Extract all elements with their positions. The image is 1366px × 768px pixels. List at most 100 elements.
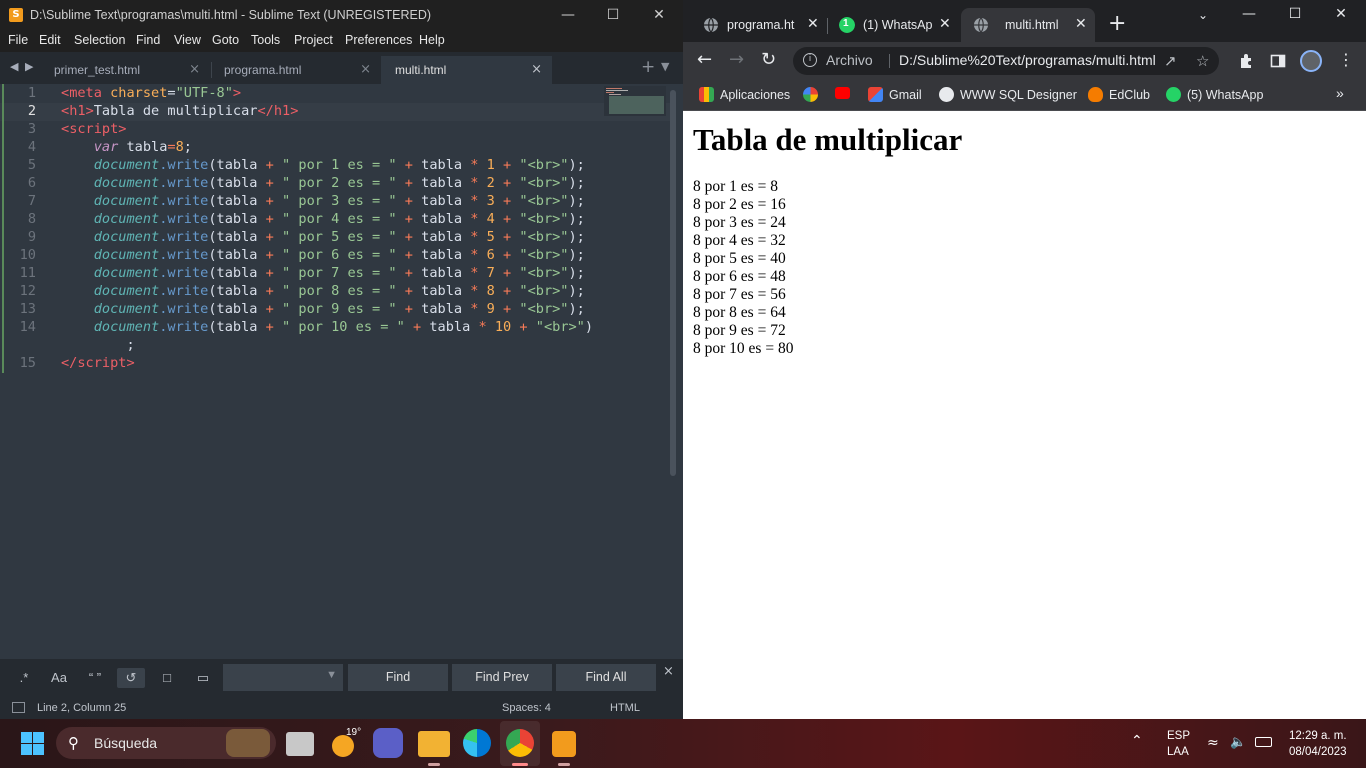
find-button[interactable]: Find bbox=[348, 664, 448, 691]
result-row: 8 por 6 es = 48 bbox=[693, 268, 786, 285]
code-editor[interactable]: 1 2 3 4 5 6 7 8 9 10 11 12 13 14 15 <met… bbox=[0, 84, 683, 659]
chrome-tab-programa[interactable]: programa.htm ✕ bbox=[691, 8, 819, 42]
taskbar-search[interactable]: ⚲ Búsqueda bbox=[56, 727, 276, 759]
keyboard-layout[interactable]: LAA bbox=[1167, 746, 1189, 758]
chrome-icon[interactable] bbox=[506, 729, 534, 757]
syntax-setting[interactable]: HTML bbox=[610, 702, 640, 714]
menu-find[interactable]: Find bbox=[136, 33, 160, 47]
find-input[interactable]: ▼ bbox=[223, 664, 343, 691]
sublime-text-icon[interactable] bbox=[552, 731, 576, 757]
back-button[interactable]: ← bbox=[697, 50, 712, 70]
tab-primer-test[interactable]: primer_test.html × bbox=[40, 56, 210, 84]
bookmark-youtube[interactable] bbox=[835, 87, 856, 101]
tab-label: multi.html bbox=[395, 63, 447, 77]
find-all-button[interactable]: Find All bbox=[556, 664, 656, 691]
close-find-icon[interactable]: × bbox=[663, 664, 674, 679]
menu-kebab-icon[interactable]: ⋮ bbox=[1338, 50, 1354, 69]
address-url[interactable]: D:/Sublime%20Text/programas/multi.html bbox=[899, 52, 1156, 68]
menu-edit[interactable]: Edit bbox=[39, 33, 61, 47]
minimize-button[interactable]: — bbox=[545, 0, 591, 31]
chrome-tab-multi[interactable]: multi.html ✕ bbox=[961, 8, 1095, 42]
running-indicator bbox=[428, 763, 440, 766]
wrap-toggle-icon[interactable]: ↺ bbox=[117, 668, 145, 688]
maximize-button[interactable]: ☐ bbox=[1275, 6, 1315, 22]
chevron-down-icon[interactable]: ▼ bbox=[326, 669, 337, 681]
menu-help[interactable]: Help bbox=[419, 33, 445, 47]
menu-view[interactable]: View bbox=[174, 33, 201, 47]
running-indicator bbox=[558, 763, 570, 766]
forward-button[interactable]: → bbox=[729, 50, 744, 70]
chrome-tab-whatsapp[interactable]: 1 (1) WhatsApp ✕ bbox=[827, 8, 955, 42]
close-icon[interactable]: ✕ bbox=[807, 16, 819, 32]
case-toggle[interactable]: Aa bbox=[47, 668, 71, 688]
menu-goto[interactable]: Goto bbox=[212, 33, 239, 47]
tab-label: primer_test.html bbox=[54, 63, 141, 77]
editor-scrollbar[interactable] bbox=[670, 90, 676, 476]
windows-start-icon[interactable] bbox=[21, 732, 44, 755]
close-button[interactable]: ✕ bbox=[1321, 6, 1361, 22]
result-row: 8 por 4 es = 32 bbox=[693, 232, 786, 249]
star-icon[interactable]: ☆ bbox=[1196, 52, 1209, 70]
profile-avatar[interactable] bbox=[1300, 50, 1322, 72]
bookmark-gmail[interactable]: Gmail bbox=[868, 87, 922, 102]
tab-multi[interactable]: multi.html × bbox=[381, 56, 552, 84]
task-view-icon[interactable] bbox=[286, 732, 314, 756]
menu-file[interactable]: File bbox=[8, 33, 28, 47]
in-selection-icon[interactable]: □ bbox=[155, 668, 179, 688]
minimize-button[interactable]: — bbox=[1229, 6, 1269, 22]
meet-icon[interactable] bbox=[373, 728, 403, 758]
language-code[interactable]: ESP bbox=[1167, 730, 1190, 742]
tab-next-icon[interactable]: ▶ bbox=[25, 60, 33, 73]
indentation-setting[interactable]: Spaces: 4 bbox=[502, 702, 551, 714]
bookmarks-overflow-icon[interactable]: » bbox=[1336, 85, 1344, 101]
tab-prev-icon[interactable]: ◀ bbox=[10, 60, 18, 73]
menu-tools[interactable]: Tools bbox=[251, 33, 280, 47]
close-button[interactable]: ✕ bbox=[636, 0, 682, 31]
sublime-window-title: D:\Sublime Text\programas\multi.html - S… bbox=[30, 8, 432, 22]
menu-selection[interactable]: Selection bbox=[74, 33, 125, 47]
clock-time[interactable]: 12:29 a. m. bbox=[1289, 730, 1347, 742]
edge-icon[interactable] bbox=[463, 729, 491, 757]
new-tab-button[interactable]: + bbox=[1108, 13, 1126, 35]
site-info-icon[interactable]: i bbox=[803, 53, 817, 67]
regex-toggle[interactable]: .* bbox=[12, 668, 36, 688]
close-icon[interactable]: × bbox=[360, 58, 371, 82]
chevron-up-icon[interactable]: ⌃ bbox=[1131, 733, 1143, 749]
bookmark-sql-designer[interactable]: WWW SQL Designer bbox=[939, 87, 1077, 102]
minimap[interactable] bbox=[604, 86, 666, 116]
close-icon[interactable]: ✕ bbox=[939, 16, 951, 32]
find-prev-button[interactable]: Find Prev bbox=[452, 664, 552, 691]
bookmark-apps[interactable]: Aplicaciones bbox=[699, 87, 790, 102]
tab-search-icon[interactable]: ⌄ bbox=[1183, 8, 1223, 22]
tab-label: (1) WhatsApp bbox=[863, 18, 933, 32]
new-tab-icon[interactable]: + bbox=[641, 57, 655, 77]
wifi-icon[interactable]: ≈ bbox=[1207, 735, 1219, 751]
share-icon[interactable]: ↗ bbox=[1164, 52, 1177, 70]
close-icon[interactable]: × bbox=[189, 58, 200, 82]
bookmarks-bar: Aplicaciones Gmail WWW SQL Designer EdCl… bbox=[683, 80, 1366, 111]
bookmark-edclub[interactable]: EdClub bbox=[1088, 87, 1150, 102]
line-number: 4 bbox=[27, 139, 36, 155]
bookmark-photos[interactable] bbox=[803, 87, 824, 102]
menu-preferences[interactable]: Preferences bbox=[345, 33, 412, 47]
panel-toggle-icon[interactable] bbox=[12, 702, 25, 713]
volume-icon[interactable]: 🔈 bbox=[1230, 735, 1246, 750]
bookmark-whatsapp[interactable]: (5) WhatsApp bbox=[1166, 87, 1263, 102]
weather-widget[interactable]: 19° bbox=[330, 727, 362, 759]
reload-button[interactable]: ↻ bbox=[761, 50, 776, 70]
tab-programa[interactable]: programa.html × bbox=[210, 56, 381, 84]
whole-word-toggle[interactable]: “ ” bbox=[82, 668, 108, 688]
code-line-2: <h1>Tabla de multiplicar</h1> bbox=[61, 103, 299, 119]
address-bar[interactable]: i Archivo D:/Sublime%20Text/programas/mu… bbox=[793, 47, 1219, 75]
highlight-matches-icon[interactable]: ▭ bbox=[191, 668, 215, 688]
close-icon[interactable]: ✕ bbox=[1075, 16, 1087, 32]
side-panel-icon[interactable] bbox=[1270, 53, 1286, 69]
tab-list-icon[interactable]: ▼ bbox=[661, 60, 669, 73]
file-explorer-icon[interactable] bbox=[418, 731, 450, 757]
menu-project[interactable]: Project bbox=[294, 33, 333, 47]
extensions-icon[interactable] bbox=[1238, 53, 1254, 69]
maximize-button[interactable]: ☐ bbox=[590, 0, 636, 31]
close-icon[interactable]: × bbox=[531, 58, 542, 82]
battery-icon[interactable] bbox=[1255, 737, 1272, 747]
clock-date[interactable]: 08/04/2023 bbox=[1289, 746, 1347, 758]
